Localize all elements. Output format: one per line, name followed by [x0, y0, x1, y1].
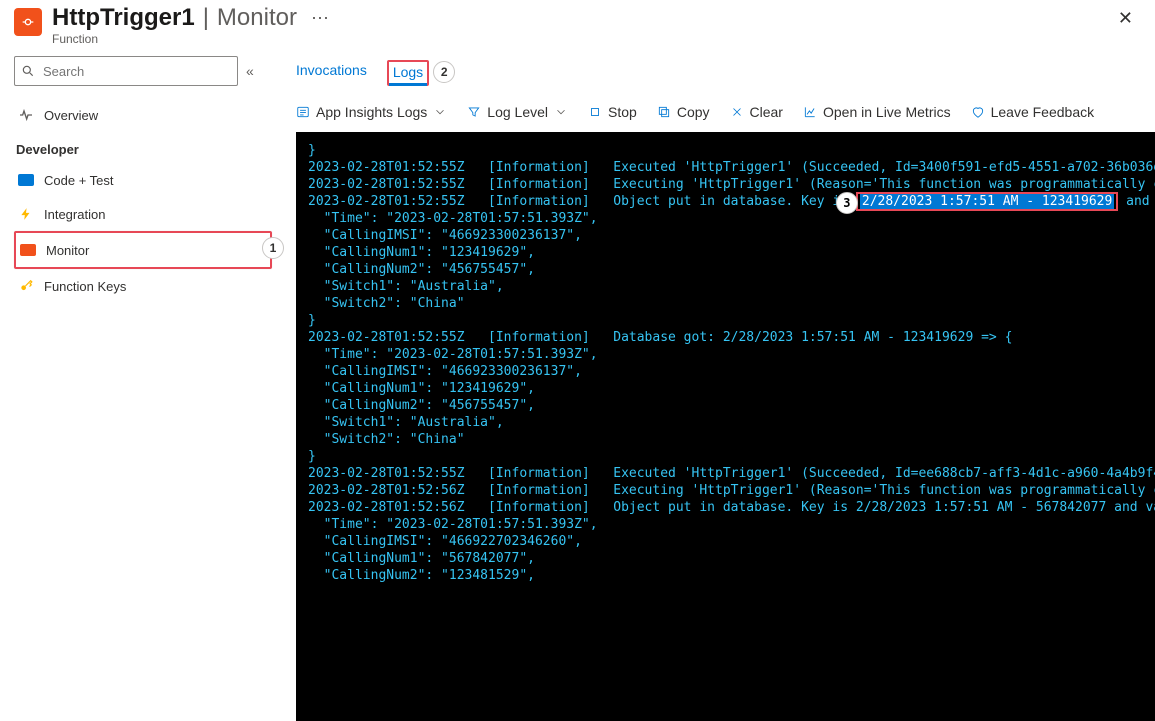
chevron-down-icon: [554, 105, 568, 119]
log-highlight-text: 2/28/2023 1:57:51 AM - 123419629: [862, 194, 1112, 209]
tbtn-label: Leave Feedback: [991, 104, 1095, 120]
copy-button[interactable]: Copy: [657, 104, 710, 120]
callout-badge-2: 2: [433, 61, 455, 83]
open-live-metrics-button[interactable]: Open in Live Metrics: [803, 104, 951, 120]
tbtn-label: Stop: [608, 104, 637, 120]
log-level-button[interactable]: Log Level: [467, 104, 568, 120]
subtitle: Function: [52, 32, 329, 46]
tabs: Invocations Logs 2: [296, 52, 1155, 86]
callout-badge-1: 1: [262, 237, 284, 259]
tbtn-label: Log Level: [487, 104, 548, 120]
search-input[interactable]: [41, 63, 231, 80]
sidebar-item-label: Code + Test: [44, 173, 114, 188]
collapse-sidebar-button[interactable]: «: [246, 63, 254, 79]
chevron-down-icon: [433, 105, 447, 119]
callout-badge-3: 3: [836, 192, 858, 214]
page-header: HttpTrigger1 | Monitor ⋯ Function ✕: [0, 0, 1155, 46]
tbtn-label: App Insights Logs: [316, 104, 427, 120]
page-title: Monitor: [217, 4, 297, 32]
sidebar-item-label: Integration: [44, 207, 105, 222]
function-name: HttpTrigger1: [52, 4, 195, 32]
search-icon: [21, 64, 35, 78]
stop-icon: [588, 105, 602, 119]
key-icon: [18, 279, 34, 293]
log-console[interactable]: } 2023-02-28T01:52:55Z [Information] Exe…: [296, 132, 1155, 721]
sidebar-item-label: Overview: [44, 108, 98, 123]
clear-button[interactable]: Clear: [730, 104, 783, 120]
monitor-icon: [20, 244, 36, 256]
function-icon: [14, 8, 42, 36]
sidebar-item-code-test[interactable]: Code + Test: [14, 163, 272, 197]
sidebar-section-developer: Developer: [16, 142, 272, 157]
filter-icon: [467, 105, 481, 119]
pulse-icon: [18, 107, 34, 123]
more-actions-button[interactable]: ⋯: [311, 8, 329, 29]
sidebar-item-label: Monitor: [46, 243, 89, 258]
sidebar-item-integration[interactable]: Integration: [14, 197, 272, 231]
heart-icon: [971, 105, 985, 119]
sidebar-item-function-keys[interactable]: Function Keys: [14, 269, 272, 303]
app-insights-logs-button[interactable]: App Insights Logs: [296, 104, 447, 120]
tbtn-label: Open in Live Metrics: [823, 104, 951, 120]
close-button[interactable]: ✕: [1110, 4, 1141, 33]
sidebar-item-overview[interactable]: Overview: [14, 98, 272, 132]
tab-invocations[interactable]: Invocations: [296, 62, 367, 86]
tab-logs[interactable]: Logs: [387, 60, 429, 86]
copy-icon: [657, 105, 671, 119]
sidebar-item-monitor[interactable]: Monitor 1: [14, 231, 272, 269]
stop-button[interactable]: Stop: [588, 104, 637, 120]
clear-icon: [730, 105, 744, 119]
sidebar: « Overview Developer Code + Test Integra…: [0, 46, 272, 721]
log-text-post: and value is { "Time": "2023-02-28T01:57…: [308, 194, 1155, 583]
tbtn-label: Copy: [677, 104, 710, 120]
code-icon: [18, 174, 34, 186]
chart-icon: [803, 105, 817, 119]
title-separator: |: [203, 4, 209, 32]
sidebar-item-label: Function Keys: [44, 279, 126, 294]
search-box[interactable]: [14, 56, 238, 86]
list-icon: [296, 105, 310, 119]
tbtn-label: Clear: [750, 104, 783, 120]
main-content: Invocations Logs 2 App Insights Logs Log…: [272, 46, 1155, 721]
leave-feedback-button[interactable]: Leave Feedback: [971, 104, 1095, 120]
log-toolbar: App Insights Logs Log Level Stop Copy: [296, 86, 1155, 132]
log-highlight: 32/28/2023 1:57:51 AM - 123419629: [856, 192, 1118, 211]
lightning-icon: [18, 207, 34, 221]
